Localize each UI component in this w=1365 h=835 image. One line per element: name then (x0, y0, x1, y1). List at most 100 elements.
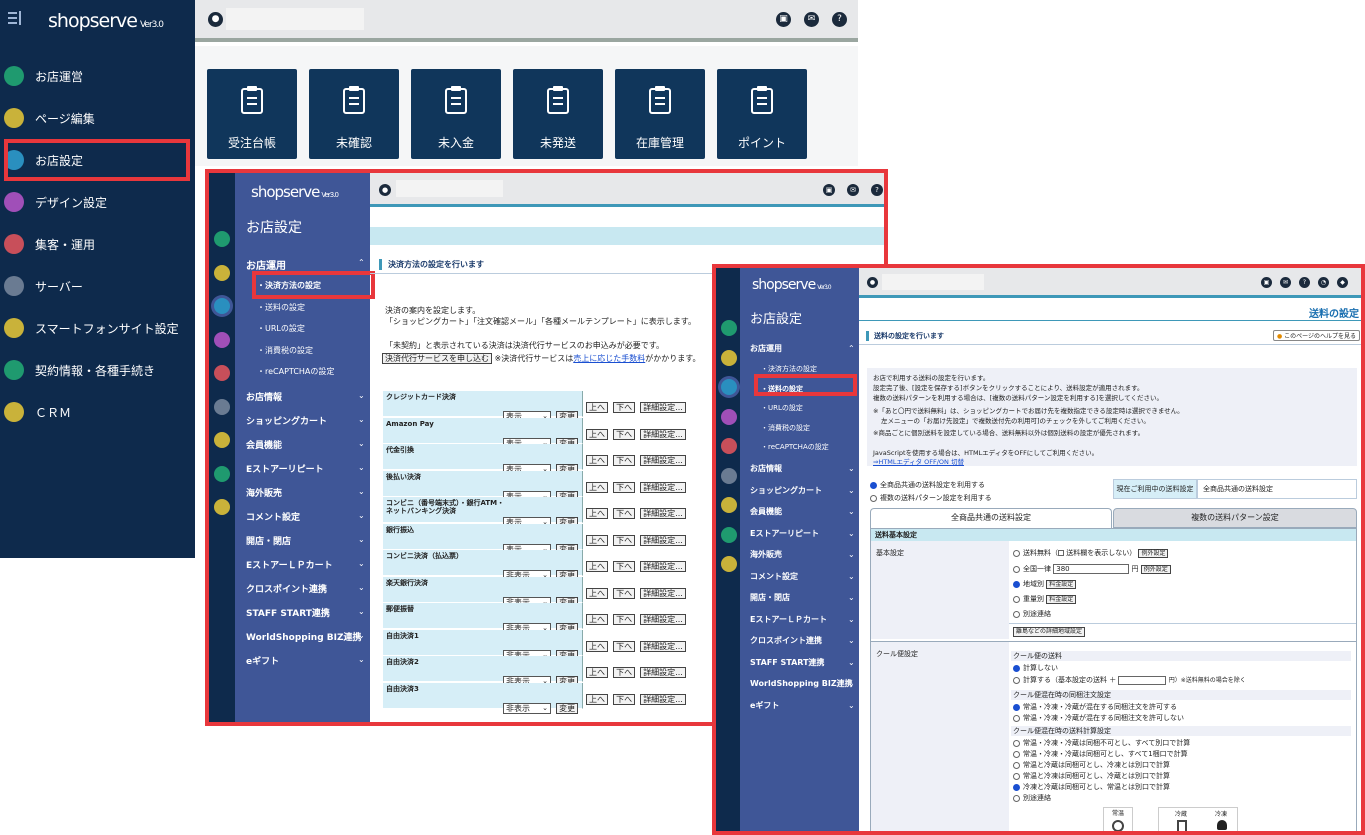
subnav-item-1[interactable]: ・送料の設定 (257, 302, 305, 313)
help-button[interactable]: ● このページのヘルプを見る (1273, 330, 1361, 341)
user-icon[interactable]: ● (867, 277, 878, 288)
nav-item-8[interactable]: クロスポイント連携 (750, 635, 822, 646)
move-down-button[interactable]: 下へ (613, 667, 636, 678)
chevron-down-icon[interactable]: ⌄ (848, 636, 855, 645)
sidebar-item-7[interactable]: 契約情報・各種手続き (0, 349, 195, 391)
chevron-up-icon[interactable]: ⌃ (358, 258, 365, 267)
move-down-button[interactable]: 下へ (613, 561, 636, 572)
nav-item-0[interactable]: お店情報 (246, 390, 282, 403)
fee-setting-button[interactable]: 料金設定 (1046, 580, 1077, 589)
mail-icon[interactable]: ✉ (1280, 277, 1291, 288)
option-common-shipping[interactable]: 全商品共通の送料設定を利用する (870, 480, 985, 490)
cool-fee-input[interactable] (1118, 675, 1167, 685)
tile-payment[interactable]: 未入金 (411, 69, 501, 159)
chevron-up-icon[interactable]: ⌃ (848, 344, 855, 353)
detail-settings-button[interactable]: 詳細設定... (640, 667, 686, 678)
nav-item-11[interactable]: eギフト (750, 700, 779, 711)
nav-item-10[interactable]: WorldShopping BIZ連携 (246, 630, 362, 643)
chevron-down-icon[interactable]: ⌄ (358, 487, 365, 496)
display-select[interactable]: 非表示 ⌄ (503, 702, 551, 714)
help-icon[interactable]: ? (871, 184, 883, 196)
s1-group-label[interactable]: お店運用 (246, 257, 286, 272)
nav-icon-6[interactable] (721, 497, 737, 513)
chevron-down-icon[interactable]: ⌄ (848, 464, 855, 473)
nav-item-10[interactable]: WorldShopping BIZ連携 (750, 678, 853, 689)
tab-multi-shipping[interactable]: 複数の送料パターン設定 (1113, 508, 1357, 528)
flat-rate-input[interactable]: 380 (1053, 564, 1130, 574)
help-icon[interactable]: ? (832, 12, 847, 27)
option-region[interactable]: 地域別 料金設定 (1013, 579, 1077, 589)
nav-item-3[interactable]: Eストアーリピート (750, 528, 819, 539)
chevron-down-icon[interactable]: ⌄ (848, 529, 855, 538)
chevron-down-icon[interactable]: ⌄ (848, 572, 855, 581)
move-up-button[interactable]: 上へ (586, 455, 608, 466)
sidebar-item-6[interactable]: スマートフォンサイト設定 (0, 307, 195, 349)
nav-item-0[interactable]: お店情報 (750, 463, 782, 474)
option-free-shipping[interactable]: 送料無料（ 送料欄を表示しない） 例外設定 (1013, 548, 1169, 558)
calc-option-1[interactable]: 常温・冷凍・冷蔵は同梱可とし、すべて1梱口で計算 (1013, 749, 1188, 759)
detail-settings-button[interactable]: 詳細設定... (640, 587, 686, 599)
nav-item-8[interactable]: クロスポイント連携 (246, 582, 327, 595)
nav-icon-0[interactable] (721, 320, 737, 336)
chat-icon[interactable]: ◔ (1318, 277, 1329, 288)
detail-settings-button[interactable]: 詳細設定... (640, 481, 686, 493)
subnav-item-3[interactable]: ・消費税の設定 (257, 345, 313, 356)
subnav-item-4[interactable]: ・reCAPTCHAの設定 (257, 366, 334, 377)
move-down-button[interactable]: 下へ (613, 428, 636, 440)
move-up-button[interactable]: 上へ (586, 508, 608, 519)
chevron-down-icon[interactable]: ⌄ (358, 583, 365, 592)
nav-item-7[interactable]: EストアーＬＰカート (246, 558, 333, 571)
option-flat-rate[interactable]: 全国一律 380 円 例外設定 (1013, 564, 1171, 574)
detail-settings-button[interactable]: 詳細設定... (640, 693, 686, 705)
move-up-button[interactable]: 上へ (586, 693, 608, 705)
fee-setting-button[interactable]: 料金設定 (1046, 595, 1077, 604)
tile-search-clipboard[interactable]: 未確認 (309, 69, 399, 159)
subnav-item-2[interactable]: ・URLの設定 (761, 403, 803, 413)
calc-option-4[interactable]: 冷凍と冷蔵は同梱可とし、常温とは別口で計算 (1013, 782, 1170, 792)
calc-option-2[interactable]: 常温と冷蔵は同梱可とし、冷凍とは別口で計算 (1013, 760, 1170, 770)
move-up-button[interactable]: 上へ (586, 667, 608, 678)
chevron-down-icon[interactable]: ⌄ (358, 391, 365, 400)
detail-settings-button[interactable]: 詳細設定... (640, 428, 686, 440)
user-icon[interactable]: ● (379, 184, 391, 196)
exception-button[interactable]: 例外設定 (1140, 565, 1171, 574)
sidebar-item-5[interactable]: サーバー (0, 265, 195, 307)
exception-button[interactable]: 例外設定 (1138, 549, 1169, 558)
move-up-button[interactable]: 上へ (586, 402, 608, 413)
fee-link[interactable]: 売上に応じた手数料 (573, 354, 645, 363)
nav-item-2[interactable]: 会員機能 (246, 438, 282, 451)
nav-item-4[interactable]: 海外販売 (750, 549, 782, 560)
remote-area-button[interactable]: 離島などの詳細地域設定 (1013, 627, 1086, 637)
subnav-item-2[interactable]: ・URLの設定 (257, 323, 305, 334)
mix-deny[interactable]: 常温・冷凍・冷蔵が混在する同梱注文を許可しない (1013, 713, 1184, 723)
subnav-item-0[interactable]: ・決済方法の設定 (761, 364, 817, 374)
move-down-button[interactable]: 下へ (613, 402, 636, 413)
mail-icon[interactable]: ✉ (804, 12, 819, 27)
chevron-down-icon[interactable]: ⌄ (848, 507, 855, 516)
tile-box[interactable]: 在庫管理 (615, 69, 705, 159)
nav-icon-0[interactable] (214, 231, 230, 247)
sidebar-item-3[interactable]: デザイン設定 (0, 181, 195, 223)
move-down-button[interactable]: 下へ (613, 614, 636, 625)
nav-item-5[interactable]: コメント設定 (246, 510, 300, 523)
move-up-button[interactable]: 上へ (586, 481, 608, 493)
nav-icon-5[interactable] (214, 398, 230, 415)
detail-settings-button[interactable]: 詳細設定... (640, 508, 686, 519)
option-weight[interactable]: 重量別 料金設定 (1013, 594, 1077, 604)
detail-settings-button[interactable]: 詳細設定... (640, 614, 686, 625)
move-down-button[interactable]: 下へ (613, 534, 636, 546)
move-down-button[interactable]: 下へ (613, 640, 636, 652)
nav-item-9[interactable]: STAFF START連携 (750, 657, 825, 668)
s2-group-label[interactable]: お店運用 (750, 343, 782, 354)
nav-icon-8[interactable] (721, 556, 737, 572)
nav-icon-6[interactable] (214, 432, 230, 448)
calc-option-3[interactable]: 常温と冷凍は同梱可とし、冷蔵とは別口で計算 (1013, 771, 1170, 781)
calc-option-5[interactable]: 別途連絡 (1013, 793, 1051, 803)
settings-icon[interactable]: ◆ (1337, 277, 1348, 288)
nav-item-6[interactable]: 開店・閉店 (246, 534, 291, 547)
chevron-down-icon[interactable]: ⌄ (358, 559, 365, 568)
tile-truck[interactable]: 未発送 (513, 69, 603, 159)
chevron-down-icon[interactable]: ⌄ (358, 655, 365, 664)
nav-item-4[interactable]: 海外販売 (246, 486, 282, 499)
chevron-down-icon[interactable]: ⌄ (358, 439, 365, 448)
